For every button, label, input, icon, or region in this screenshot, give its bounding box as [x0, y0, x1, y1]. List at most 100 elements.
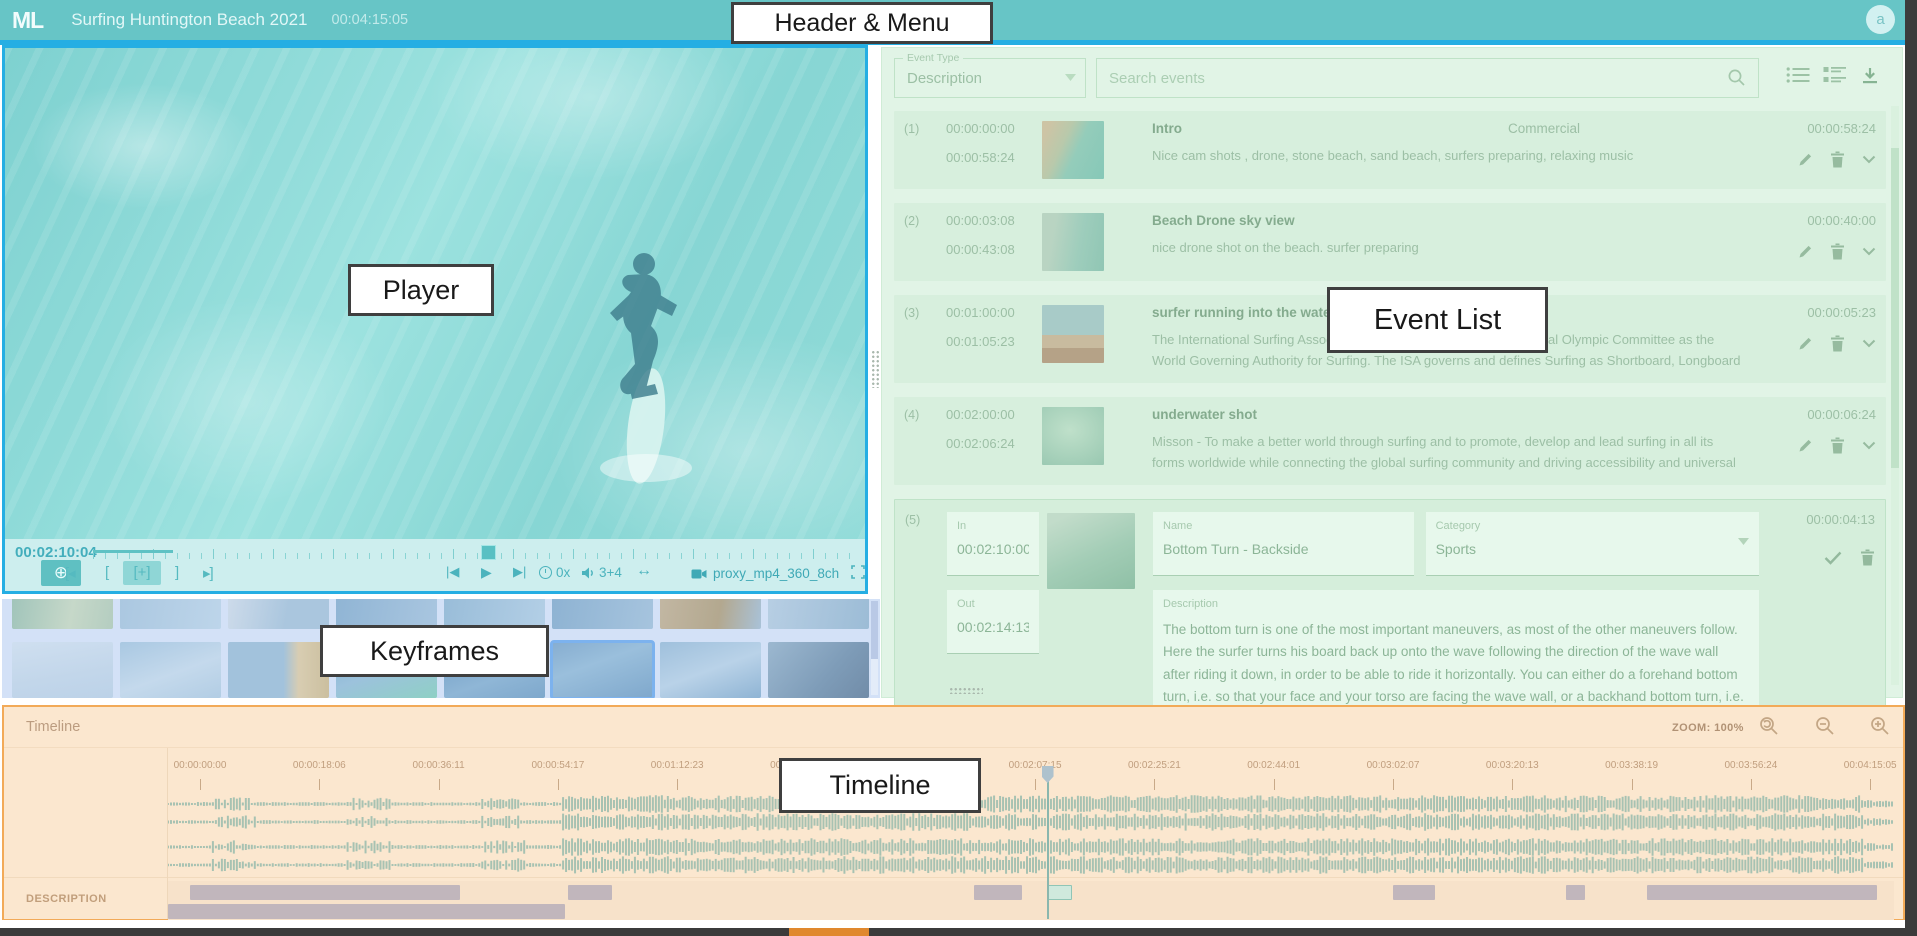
detail-view-icon[interactable]	[1823, 66, 1849, 90]
keyframe-thumbnail[interactable]	[228, 599, 329, 629]
event-row[interactable]: (4) 00:02:00:00 00:02:06:24 underwater s…	[894, 397, 1886, 485]
keyframe-thumbnail[interactable]	[120, 642, 221, 698]
chevron-down-icon[interactable]	[1862, 247, 1876, 256]
delete-icon[interactable]	[1830, 151, 1845, 168]
description-track	[168, 881, 1894, 923]
play-button[interactable]: ▶	[481, 564, 492, 581]
event-in-timecode: 00:01:00:00	[946, 305, 1042, 320]
fullscreen-button[interactable]	[851, 565, 865, 579]
goto-out-button[interactable]: ▸]	[203, 564, 213, 582]
zoom-level-label: ZOOM: 100%	[1672, 722, 1744, 734]
player-playhead[interactable]	[481, 545, 496, 560]
scrub-progress	[93, 550, 173, 553]
edit-icon[interactable]	[1798, 438, 1813, 453]
export-icon[interactable]	[1860, 66, 1886, 90]
resize-handle-vertical[interactable]	[871, 350, 880, 388]
description-track-label: DESCRIPTION	[26, 893, 107, 905]
event-description: nice drone shot on the beach. surfer pre…	[1152, 238, 1748, 259]
event-row[interactable]: (1) 00:00:00:00 00:00:58:24 Intro Commer…	[894, 111, 1886, 189]
proxy-selector[interactable]: proxy_mp4_360_8ch	[691, 566, 839, 581]
edit-icon[interactable]	[1798, 336, 1813, 351]
loop-button[interactable]: ↔	[636, 562, 652, 580]
user-avatar[interactable]: a	[1866, 5, 1895, 34]
event-list-scrollbar[interactable]	[1891, 106, 1899, 685]
add-event-button[interactable]: ⊕	[41, 560, 81, 586]
speaker-icon	[581, 566, 595, 580]
surfer-silhouette	[560, 168, 730, 498]
delete-icon[interactable]	[1860, 549, 1875, 566]
description-clip-selected[interactable]	[1047, 885, 1073, 900]
player-controls: ⊕ [◂ [ [+] ] ▸] |◀ ▶ ▶| 0x 3+4	[5, 560, 865, 588]
event-thumbnail	[1042, 121, 1104, 179]
zoom-out-icon[interactable]	[1814, 715, 1838, 739]
description-clip[interactable]	[974, 885, 1022, 900]
audio-waveforms	[168, 795, 1894, 874]
annotation-event-list: Event List	[1327, 287, 1548, 353]
keyframes-scrollbar[interactable]	[871, 601, 878, 695]
chevron-down-icon[interactable]	[1862, 441, 1876, 450]
out-timecode-field[interactable]: Out 00:02:14:13	[947, 590, 1039, 654]
description-clip[interactable]	[168, 904, 565, 919]
keyframe-thumbnail[interactable]	[768, 642, 869, 698]
set-in-button[interactable]: [	[105, 564, 108, 581]
confirm-icon[interactable]	[1824, 551, 1842, 565]
event-duration: 00:00:58:24	[1807, 121, 1876, 136]
annotation-player: Player	[348, 264, 494, 316]
chevron-down-icon[interactable]	[1862, 339, 1876, 348]
annotation-keyframes: Keyframes	[320, 625, 549, 677]
description-clip[interactable]	[1566, 885, 1585, 900]
keyframe-thumbnail[interactable]	[552, 599, 653, 629]
zoom-reset-icon[interactable]	[1758, 715, 1782, 739]
list-view-icon[interactable]	[1786, 66, 1812, 90]
edit-icon[interactable]	[1798, 244, 1813, 259]
keyframe-thumbnail[interactable]	[12, 642, 113, 698]
edit-icon[interactable]	[1798, 152, 1813, 167]
event-in-timecode: 00:00:03:08	[946, 213, 1042, 228]
delete-icon[interactable]	[1830, 335, 1845, 352]
keyframe-thumbnail-selected[interactable]	[552, 642, 653, 698]
timeline-playhead[interactable]	[1047, 778, 1049, 919]
goto-in-button[interactable]: [◂	[65, 564, 75, 582]
resize-handle-horizontal[interactable]	[949, 687, 983, 694]
event-number: (2)	[904, 213, 946, 271]
description-clip[interactable]	[568, 885, 611, 900]
description-clip[interactable]	[1393, 885, 1434, 900]
name-field[interactable]: Name Bottom Turn - Backside	[1153, 512, 1414, 576]
add-subclip-button[interactable]: [+]	[123, 561, 161, 585]
search-input[interactable]	[1097, 59, 1758, 97]
event-in-timecode: 00:02:00:00	[946, 407, 1042, 422]
event-list-scrollbar-thumb[interactable]	[1891, 148, 1899, 468]
keyframe-thumbnail[interactable]	[660, 599, 761, 629]
playback-speed-button[interactable]: 0x	[539, 565, 570, 580]
delete-icon[interactable]	[1830, 243, 1845, 260]
keyframe-thumbnail[interactable]	[660, 642, 761, 698]
player-scrubber[interactable]	[93, 546, 857, 559]
event-row[interactable]: (2) 00:00:03:08 00:00:43:08 Beach Drone …	[894, 203, 1886, 281]
search-icon[interactable]	[1727, 68, 1746, 87]
search-box[interactable]	[1096, 58, 1759, 98]
keyframe-thumbnail[interactable]	[228, 642, 329, 698]
description-clip[interactable]	[190, 885, 459, 900]
delete-icon[interactable]	[1830, 437, 1845, 454]
next-frame-button[interactable]: ▶|	[513, 564, 526, 580]
chevron-down-icon	[1738, 538, 1749, 545]
timeline-ruler[interactable]: 00:00:00:0000:00:18:0600:00:36:1100:00:5…	[168, 748, 1894, 793]
audio-channels-button[interactable]: 3+4	[581, 565, 622, 580]
set-out-button[interactable]: ]	[175, 564, 178, 581]
event-thumbnail	[1042, 305, 1104, 363]
ruler-timecode: 00:02:44:01	[1247, 760, 1300, 771]
ruler-timecode: 00:02:07:15	[1009, 760, 1062, 771]
prev-frame-button[interactable]: |◀	[446, 564, 459, 580]
keyframe-thumbnail[interactable]	[120, 599, 221, 629]
app-window: ML Surfing Huntington Beach 2021 00:04:1…	[0, 0, 1917, 936]
in-timecode-field[interactable]: In 00:02:10:00	[947, 512, 1039, 576]
keyframe-thumbnail[interactable]	[12, 599, 113, 629]
ruler-timecode: 00:03:20:13	[1486, 760, 1539, 771]
event-type-select[interactable]: Event Type Description	[894, 58, 1086, 98]
keyframe-thumbnail[interactable]	[768, 599, 869, 629]
keyframes-scrollbar-thumb[interactable]	[871, 601, 878, 659]
category-select[interactable]: Category Sports	[1426, 512, 1759, 576]
chevron-down-icon[interactable]	[1862, 155, 1876, 164]
description-clip[interactable]	[1647, 885, 1877, 900]
zoom-in-icon[interactable]	[1869, 715, 1893, 739]
